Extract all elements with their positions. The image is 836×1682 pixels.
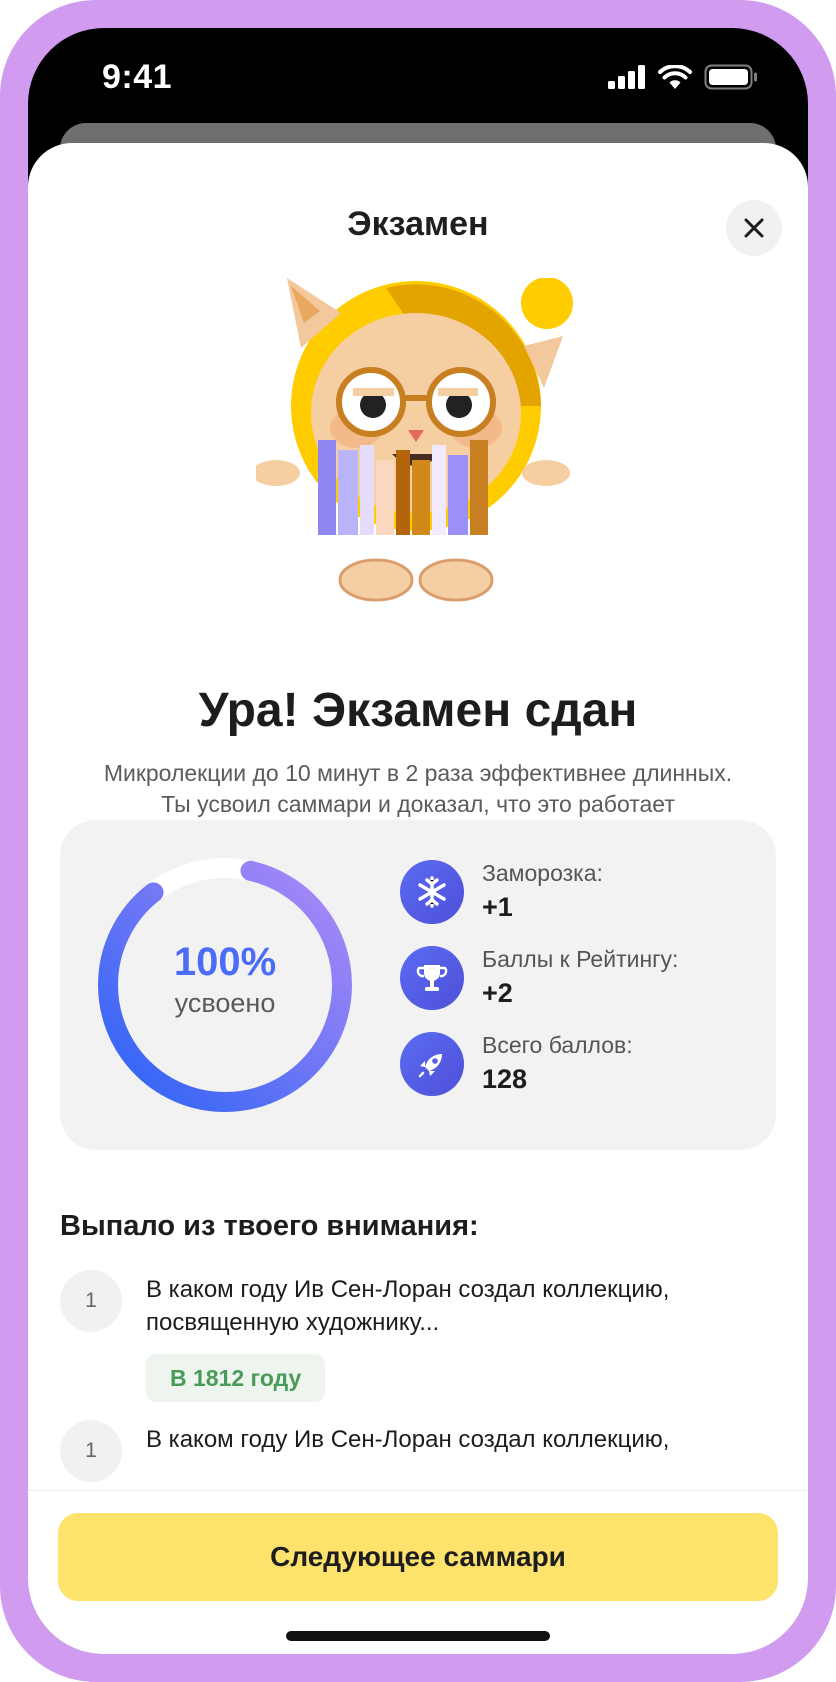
stat-rating-label: Баллы к Рейтингу: bbox=[482, 946, 679, 972]
device-frame: 9:41 Экзамен Ура! Экзамен сдан Микролекц… bbox=[0, 0, 836, 1682]
stat-rating-value: +2 bbox=[482, 978, 513, 1008]
close-icon bbox=[744, 218, 764, 238]
status-time: 9:41 bbox=[102, 58, 173, 96]
missed-section-title: Выпало из твоего внимания: bbox=[60, 1210, 479, 1242]
phone-screen: 9:41 Экзамен Ура! Экзамен сдан Микролекц… bbox=[28, 28, 808, 1654]
stats-card: 100% усвоено Заморозка: +1 Баллы к Рейти… bbox=[60, 820, 776, 1150]
missed-question-item[interactable]: 1 В каком году Ив Сен-Лоран создал колле… bbox=[60, 1420, 776, 1500]
question-number-badge: 1 bbox=[60, 1270, 122, 1332]
missed-question-item[interactable]: 1 В каком году Ив Сен-Лоран создал колле… bbox=[60, 1270, 776, 1420]
status-icons bbox=[608, 64, 758, 90]
page-title: Экзамен bbox=[347, 205, 489, 243]
home-indicator bbox=[286, 1631, 550, 1641]
question-text: В каком году Ив Сен-Лоран создал коллекц… bbox=[146, 1426, 670, 1453]
stat-total-value: 128 bbox=[482, 1064, 528, 1094]
success-subtitle: Микролекции до 10 минут в 2 раза эффекти… bbox=[103, 760, 733, 817]
progress-ring bbox=[98, 858, 352, 1112]
bottom-action-bar: Следующее саммари bbox=[28, 1490, 808, 1654]
progress-percent: 100% bbox=[173, 940, 277, 984]
question-text: В каком году Ив Сен-Лоран создал коллекц… bbox=[146, 1276, 670, 1336]
next-summary-button[interactable]: Следующее саммари bbox=[58, 1513, 778, 1601]
status-bar: 9:41 bbox=[28, 28, 808, 138]
success-headline: Ура! Экзамен сдан bbox=[198, 684, 638, 737]
stat-total-label: Всего баллов: bbox=[482, 1032, 633, 1058]
cellular-signal-icon bbox=[608, 65, 645, 89]
trophy-icon bbox=[400, 946, 464, 1010]
wifi-icon bbox=[658, 64, 692, 89]
snowflake-icon bbox=[400, 860, 464, 924]
exam-result-sheet: Экзамен Ура! Экзамен сдан Микролекции до… bbox=[28, 143, 808, 1654]
question-number-badge: 1 bbox=[60, 1420, 122, 1482]
rocket-icon bbox=[400, 1032, 464, 1096]
progress-caption: усвоено bbox=[174, 988, 276, 1018]
correct-answer-badge: В 1812 году bbox=[146, 1354, 326, 1402]
close-button[interactable] bbox=[726, 200, 782, 256]
cat-mascot-illustration bbox=[256, 278, 573, 602]
stat-freeze-label: Заморозка: bbox=[482, 860, 603, 886]
battery-icon bbox=[704, 64, 757, 90]
stat-freeze-value: +1 bbox=[482, 892, 513, 922]
